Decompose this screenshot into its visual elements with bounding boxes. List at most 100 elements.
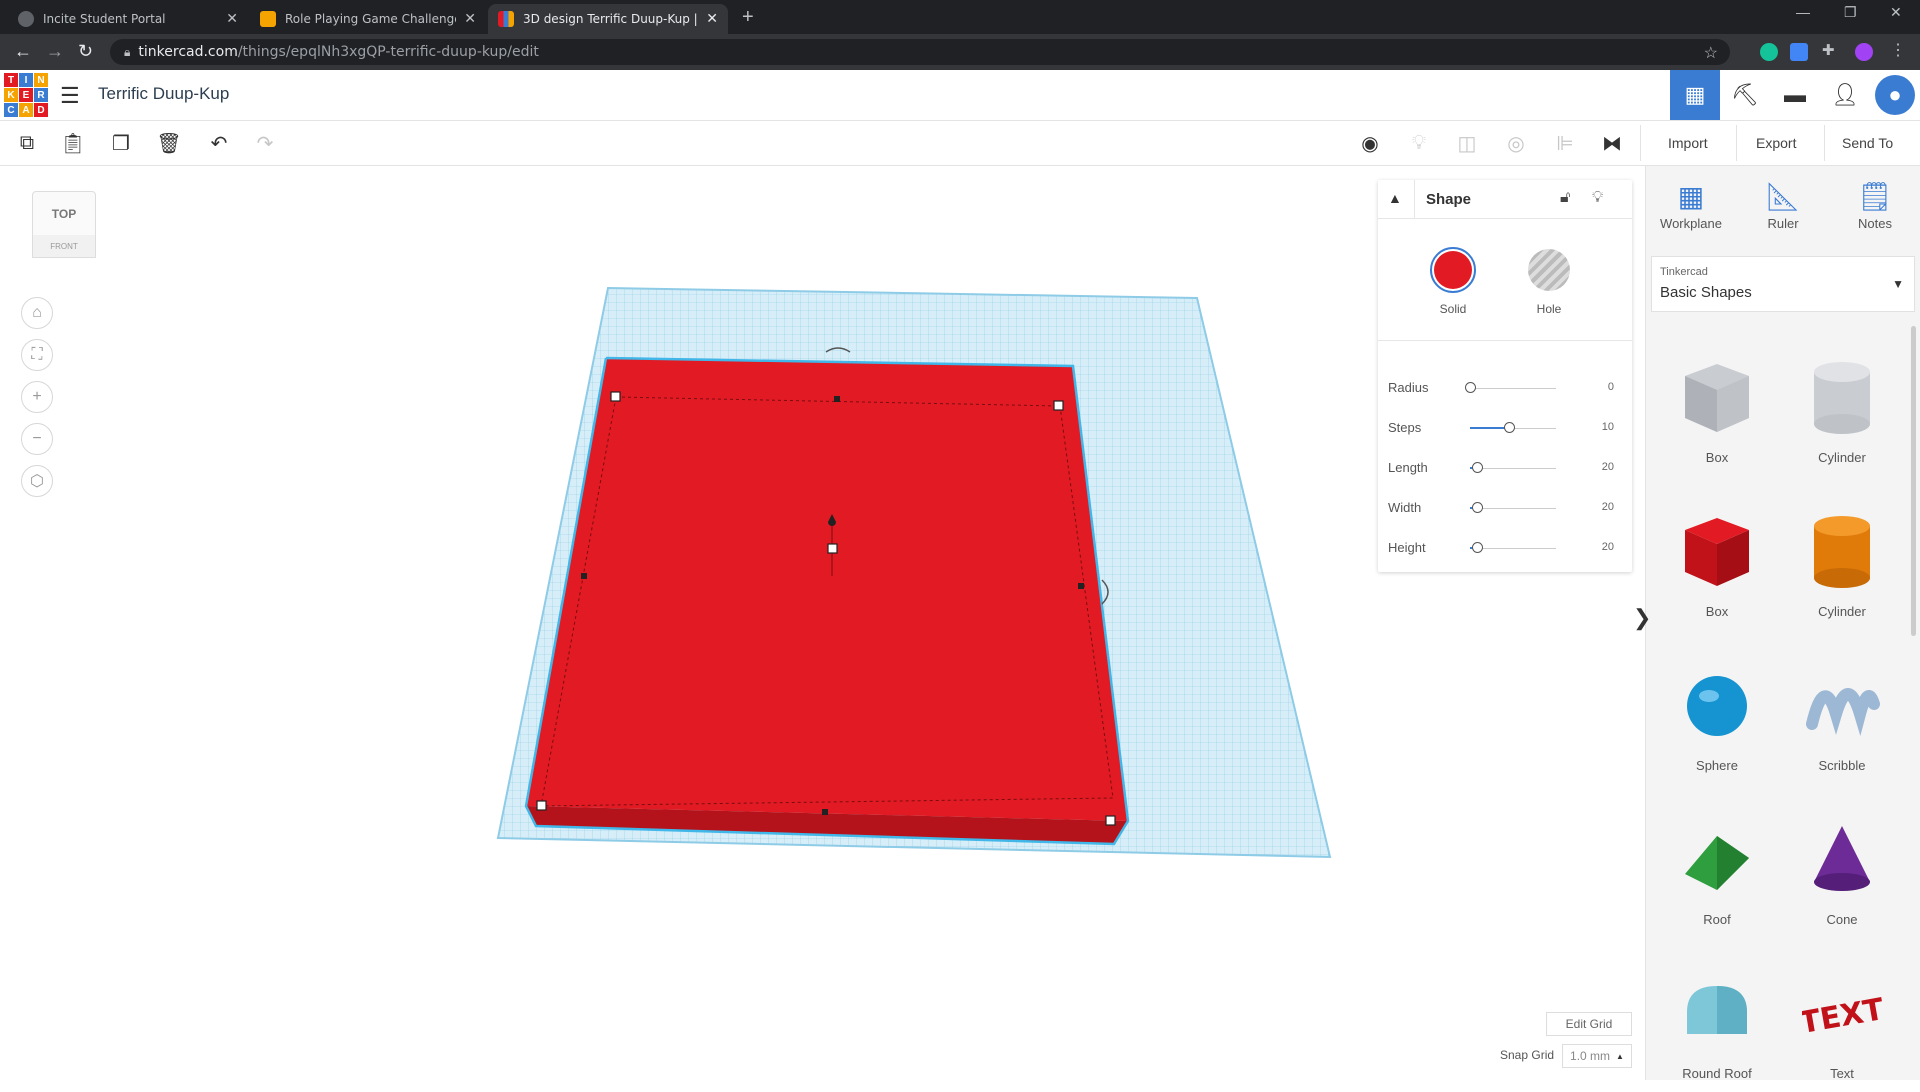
property-value[interactable]: 20 — [1602, 461, 1614, 473]
browser-tab-3-active[interactable]: 3D design Terrific Duup-Kup | Tin ✕ — [488, 4, 728, 34]
bricks-icon[interactable]: ▬ — [1770, 70, 1820, 120]
copy-icon[interactable]: ⧉ — [12, 129, 42, 157]
import-button[interactable]: Import — [1668, 129, 1708, 157]
design-list-icon[interactable]: ☰ — [60, 83, 80, 109]
delete-icon[interactable]: 🗑︎ — [154, 129, 184, 157]
paste-icon[interactable]: 📋︎ — [58, 129, 88, 157]
user-avatar-icon[interactable]: ● — [1870, 70, 1920, 120]
reload-icon[interactable]: ↻ — [78, 41, 93, 62]
snap-grid-select[interactable]: 1.0 mm ▲ — [1562, 1044, 1632, 1068]
shape-box-red[interactable]: Box — [1662, 500, 1772, 630]
slider-knob[interactable] — [1471, 542, 1483, 553]
redo-icon[interactable]: ↷ — [250, 129, 280, 157]
profile-avatar-icon[interactable] — [1855, 43, 1873, 61]
notes-tool[interactable]: 🗒︎ Notes — [1830, 178, 1920, 231]
corner-handle[interactable] — [1105, 815, 1116, 826]
close-tab-icon[interactable]: ✕ — [464, 11, 476, 27]
shape-cone[interactable]: Cone — [1787, 808, 1897, 938]
puzzle-extensions-icon[interactable]: ✚ — [1822, 41, 1840, 59]
library-name: Basic Shapes — [1660, 284, 1752, 301]
property-value[interactable]: 20 — [1602, 541, 1614, 553]
red-box-shape[interactable] — [524, 356, 1130, 846]
lock-icon[interactable]: 🔓︎ — [1560, 189, 1570, 207]
property-row-steps[interactable]: Steps 10 — [1388, 414, 1620, 444]
undo-icon[interactable]: ↶ — [204, 129, 234, 157]
3d-view-grid-icon[interactable]: ▦ — [1670, 70, 1720, 120]
logo-letter: C — [4, 103, 18, 117]
property-row-height[interactable]: Height 20 — [1388, 534, 1620, 564]
slider-track[interactable] — [1470, 508, 1556, 509]
game-favicon-icon — [260, 11, 276, 27]
back-icon[interactable]: ← — [14, 41, 32, 62]
slider-knob[interactable] — [1471, 502, 1483, 513]
grammarly-extension-icon[interactable] — [1760, 43, 1778, 61]
extension-icon[interactable] — [1790, 43, 1808, 61]
bookmark-star-icon[interactable]: ☆ — [1704, 43, 1718, 63]
shape-cyl-orange[interactable]: Cylinder — [1787, 500, 1897, 630]
library-scrollbar[interactable] — [1911, 326, 1916, 636]
slider-track[interactable] — [1470, 388, 1556, 389]
corner-handle[interactable] — [536, 800, 547, 811]
design-title[interactable]: Terrific Duup-Kup — [98, 84, 229, 104]
close-tab-icon[interactable]: ✕ — [706, 11, 718, 27]
height-handle[interactable] — [827, 543, 838, 554]
property-value[interactable]: 20 — [1602, 501, 1614, 513]
url-field[interactable]: 🔒︎ tinkercad.com/things/epqlNh3xgQP-terr… — [110, 39, 1730, 65]
solid-button[interactable] — [1430, 247, 1476, 293]
comment-view-icon[interactable]: ◉ — [1355, 129, 1385, 157]
new-tab-icon[interactable]: + — [742, 6, 754, 29]
mirror-icon[interactable]: ⧓ — [1597, 129, 1627, 157]
browser-menu-icon[interactable]: ⋮ — [1890, 40, 1908, 59]
tinkercad-logo[interactable]: T I N K E R C A D — [4, 73, 48, 117]
shape-round-roof[interactable]: Round Roof — [1662, 962, 1772, 1092]
slider-knob[interactable] — [1465, 382, 1476, 393]
light-bulb-icon[interactable]: 💡︎ — [1592, 189, 1603, 207]
duplicate-icon[interactable]: ❐ — [106, 129, 136, 157]
shape-sphere[interactable]: Sphere — [1662, 654, 1772, 784]
close-window-icon[interactable]: ✕ — [1890, 4, 1902, 21]
lock-icon: 🔒︎ — [124, 44, 131, 59]
slider-knob[interactable] — [1471, 462, 1483, 473]
collapse-sidebar-icon[interactable]: ❯ — [1633, 605, 1651, 645]
hole-button[interactable] — [1528, 249, 1570, 291]
export-button[interactable]: Export — [1756, 129, 1796, 157]
browser-tab-1[interactable]: Incite Student Portal ✕ — [8, 4, 248, 34]
edit-grid-button[interactable]: Edit Grid — [1546, 1012, 1632, 1036]
workplane-tool[interactable]: ▦ Workplane — [1646, 178, 1736, 231]
slider-knob[interactable] — [1503, 422, 1515, 433]
corner-handle[interactable] — [610, 391, 621, 402]
align-icon[interactable]: ⊫ — [1550, 129, 1580, 157]
collapse-panel-icon[interactable]: ▲ — [1388, 190, 1402, 206]
add-user-icon[interactable]: 👤︎ — [1820, 70, 1870, 120]
shape-scribble[interactable]: Scribble — [1787, 654, 1897, 784]
forward-icon[interactable]: → — [46, 41, 64, 62]
shape-cyl-hole[interactable]: Cylinder — [1787, 346, 1897, 476]
shape-roof[interactable]: Roof — [1662, 808, 1772, 938]
divider — [1736, 125, 1737, 161]
slider-track[interactable] — [1470, 548, 1556, 549]
shape-text[interactable]: TEXT Text — [1787, 962, 1897, 1092]
property-row-length[interactable]: Length 20 — [1388, 454, 1620, 484]
send-to-button[interactable]: Send To — [1842, 129, 1893, 157]
solid-label: Solid — [1439, 302, 1467, 316]
shape-library-select[interactable]: Tinkercad Basic Shapes ▼ — [1651, 256, 1915, 312]
restore-icon[interactable]: ❐ — [1844, 4, 1857, 21]
ungroup-icon[interactable]: ◎ — [1501, 129, 1531, 157]
property-value[interactable]: 10 — [1602, 421, 1614, 433]
corner-handle[interactable] — [1053, 400, 1064, 411]
minimize-icon[interactable]: — — [1796, 4, 1810, 20]
slider-track[interactable] — [1470, 468, 1556, 469]
notes-icon: 🗒︎ — [1857, 181, 1893, 212]
shape-label: Box — [1705, 450, 1729, 465]
blocks-pickaxe-icon[interactable]: ⛏ — [1720, 70, 1770, 120]
property-value[interactable]: 0 — [1608, 381, 1614, 393]
group-icon[interactable]: ◫ — [1452, 129, 1482, 157]
shape-box-hole[interactable]: Box — [1662, 346, 1772, 476]
property-row-radius[interactable]: Radius 0 — [1388, 374, 1620, 404]
browser-tab-2[interactable]: Role Playing Game Challenge - In ✕ — [250, 4, 486, 34]
property-row-width[interactable]: Width 20 — [1388, 494, 1620, 524]
ruler-tool[interactable]: 📐︎ Ruler — [1738, 178, 1828, 231]
light-bulb-icon[interactable]: 💡︎ — [1404, 129, 1434, 157]
url-path: /things/epqlNh3xgQP-terrific-duup-kup/ed… — [237, 44, 539, 60]
close-tab-icon[interactable]: ✕ — [226, 11, 238, 27]
